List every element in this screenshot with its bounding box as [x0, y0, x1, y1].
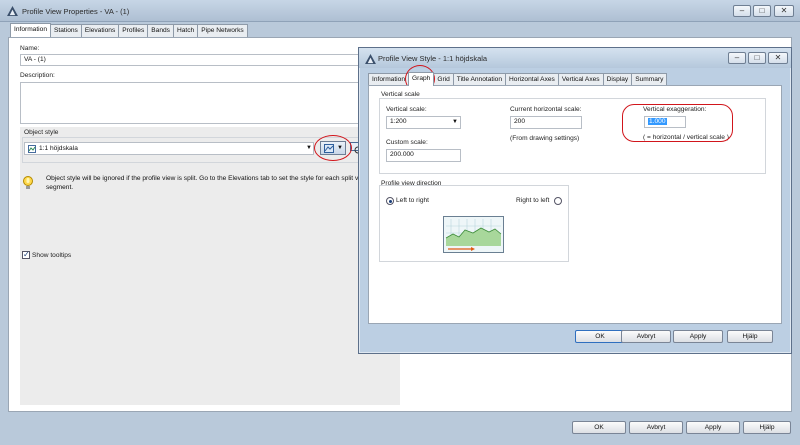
right-to-left-radio[interactable] — [554, 197, 562, 205]
tab-information[interactable]: Information — [10, 23, 51, 37]
main-apply-button[interactable]: Apply — [686, 421, 740, 434]
custom-scale-input[interactable]: 200.000 — [386, 149, 461, 162]
left-to-right-label: Left to right — [396, 197, 429, 204]
checkmark-icon: ✓ — [23, 250, 30, 259]
style-menu-arrow-icon: ▼ — [337, 145, 343, 151]
exaggeration-note: ( = horizontal / vertical scale ) — [643, 134, 729, 141]
vertical-exaggeration-label: Vertical exaggeration: — [643, 106, 707, 113]
close-icon: ✕ — [780, 6, 788, 15]
radio-selected-dot — [388, 199, 392, 203]
object-style-label: Object style — [24, 129, 59, 136]
style-edit-icon — [324, 144, 334, 153]
maximize-icon: □ — [754, 53, 760, 62]
from-drawing-settings-note: (From drawing settings) — [510, 135, 580, 142]
dialog-close-button[interactable]: ✕ — [768, 52, 788, 64]
custom-scale-label: Custom scale: — [386, 139, 428, 146]
profile-preview-icon — [443, 216, 504, 253]
dropdown-arrow-icon: ▼ — [306, 145, 312, 151]
dialog-apply-button[interactable]: Apply — [673, 330, 723, 343]
object-style-select[interactable]: 1:1 höjdskala ▼ — [24, 142, 314, 155]
dialog-ok-button[interactable]: OK — [575, 330, 625, 343]
minimize-icon: – — [734, 53, 740, 62]
close-icon: ✕ — [774, 53, 782, 62]
split-info-message: Object style will be ignored if the prof… — [46, 175, 369, 191]
style-preview-icon — [28, 145, 36, 153]
dialog-title-bar: Profile View Style - 1:1 höjdskala – □ ✕ — [359, 48, 791, 68]
left-to-right-radio[interactable] — [386, 197, 394, 205]
profile-view-style-dialog: Profile View Style - 1:1 höjdskala – □ ✕… — [358, 47, 792, 354]
object-style-value: 1:1 höjdskala — [39, 145, 78, 152]
name-input[interactable]: VA - (1) — [20, 54, 400, 66]
autocad-app-icon — [364, 53, 376, 64]
main-ok-button[interactable]: OK — [572, 421, 626, 434]
tab-hatch[interactable]: Hatch — [172, 24, 199, 37]
description-textarea[interactable] — [20, 82, 400, 124]
vertical-scale-label: Vertical scale: — [386, 106, 427, 113]
main-cancel-button[interactable]: Avbryt — [629, 421, 683, 434]
show-tooltips-checkbox[interactable]: ✓ — [22, 250, 30, 259]
description-label: Description: — [20, 72, 55, 79]
tab-bands[interactable]: Bands — [147, 24, 174, 37]
vertical-scale-select[interactable]: 1:200 ▼ — [386, 116, 461, 129]
main-window-title: Profile View Properties - VA - (1) — [22, 7, 130, 16]
vertical-scale-group-label: Vertical scale — [381, 91, 420, 98]
dialog-minimize-button[interactable]: – — [728, 52, 746, 64]
vertical-exaggeration-input[interactable]: 1.000 — [644, 116, 686, 128]
current-horizontal-scale-label: Current horizontal scale: — [510, 106, 582, 113]
style-edit-button[interactable]: ▼ — [320, 141, 346, 155]
info-bulb-icon — [23, 176, 33, 189]
main-tab-strip: Information Stations Elevations Profiles… — [10, 23, 248, 38]
dialog-maximize-button[interactable]: □ — [748, 52, 766, 64]
minimize-icon: – — [739, 6, 745, 15]
dialog-cancel-button[interactable]: Avbryt — [621, 330, 671, 343]
vertical-scale-value: 1:200 — [390, 118, 407, 125]
minimize-button[interactable]: – — [733, 5, 751, 17]
autocad-app-icon — [6, 5, 18, 16]
close-button[interactable]: ✕ — [774, 5, 794, 17]
maximize-icon: □ — [759, 6, 765, 15]
tab-elevations[interactable]: Elevations — [80, 24, 120, 37]
current-horizontal-scale-input: 200 — [510, 116, 582, 129]
maximize-button[interactable]: □ — [753, 5, 771, 17]
dlg-tab-graph[interactable]: Graph — [408, 72, 435, 86]
vertical-exaggeration-value: 1.000 — [648, 118, 667, 125]
right-to-left-label: Right to left — [516, 197, 550, 204]
tab-stations[interactable]: Stations — [50, 24, 82, 37]
show-tooltips-label: Show tooltips — [32, 252, 72, 259]
name-label: Name: — [20, 45, 40, 52]
main-help-button[interactable]: Hjälp — [743, 421, 791, 434]
object-style-section — [20, 127, 400, 405]
graph-tab-panel: Vertical scale Vertical scale: 1:200 ▼ C… — [368, 85, 782, 324]
dialog-title: Profile View Style - 1:1 höjdskala — [378, 54, 488, 63]
main-title-bar: Profile View Properties - VA - (1) – □ ✕ — [0, 0, 800, 22]
tab-profiles[interactable]: Profiles — [118, 24, 149, 37]
dropdown-arrow-icon: ▼ — [452, 119, 458, 125]
dialog-help-button[interactable]: Hjälp — [727, 330, 773, 343]
tab-pipe-networks[interactable]: Pipe Networks — [197, 24, 248, 37]
